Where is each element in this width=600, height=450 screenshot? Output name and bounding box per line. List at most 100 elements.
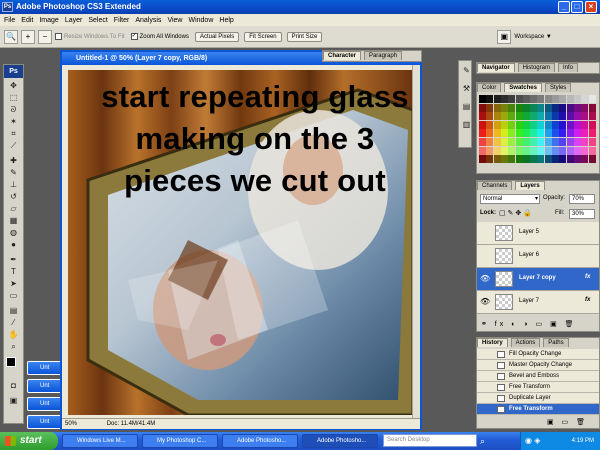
swatch[interactable]: [500, 155, 508, 164]
swatch[interactable]: [573, 103, 581, 112]
minimize-icon[interactable]: _: [558, 1, 570, 13]
layer-row[interactable]: Layer 6: [477, 245, 599, 268]
menu-image[interactable]: Image: [39, 17, 58, 24]
taskbar-item[interactable]: Windows Live M...: [62, 434, 138, 448]
history-brush-icon[interactable]: ↺: [6, 191, 21, 202]
zoom-all-checkbox[interactable]: ✓: [130, 32, 138, 40]
tool-presets-icon[interactable]: ⚒: [459, 83, 474, 94]
swatch[interactable]: [566, 155, 574, 164]
swatch[interactable]: [588, 155, 596, 164]
swatch[interactable]: [544, 146, 552, 155]
crop-tool-icon[interactable]: ⌗: [6, 128, 21, 139]
swatch[interactable]: [552, 155, 559, 164]
swatch[interactable]: [522, 112, 530, 121]
swatch[interactable]: [588, 95, 596, 103]
swatch[interactable]: [537, 138, 545, 146]
swatch[interactable]: [500, 120, 508, 129]
swatch[interactable]: [530, 146, 538, 155]
swatch[interactable]: [544, 103, 552, 112]
swatch[interactable]: [559, 129, 567, 138]
swatch[interactable]: [515, 103, 523, 112]
swatch[interactable]: [559, 95, 567, 103]
swatch[interactable]: [515, 129, 523, 138]
swatch[interactable]: [479, 95, 486, 103]
swatch[interactable]: [530, 103, 538, 112]
notes-tool-icon[interactable]: ▤: [6, 305, 21, 316]
swatch[interactable]: [500, 129, 508, 138]
blend-mode-select[interactable]: Normal ▾: [480, 194, 540, 204]
swatch[interactable]: [493, 146, 501, 155]
swatch[interactable]: [500, 138, 508, 146]
swatch[interactable]: [515, 138, 523, 146]
resize-windows-checkbox[interactable]: [55, 32, 62, 40]
swatch[interactable]: [486, 120, 494, 129]
taskbar-item-active[interactable]: Adobe Photosho...: [302, 434, 378, 448]
layer-row[interactable]: Layer 5: [477, 222, 599, 245]
swatch[interactable]: [493, 112, 501, 121]
dodge-tool-icon[interactable]: ●: [6, 239, 21, 250]
foreground-color-swatch[interactable]: [6, 357, 16, 367]
menu-file[interactable]: File: [4, 17, 15, 24]
swatch[interactable]: [544, 120, 552, 129]
swatch[interactable]: [566, 138, 574, 146]
swatch[interactable]: [530, 120, 538, 129]
swatch[interactable]: [552, 120, 559, 129]
swatch[interactable]: [566, 95, 574, 103]
zoom-tool-icon[interactable]: 🔍: [4, 29, 18, 44]
eye-icon[interactable]: 👁: [480, 274, 490, 284]
layer-row-selected[interactable]: 👁 Layer 7 copy fx: [477, 268, 599, 291]
swatch[interactable]: [530, 129, 538, 138]
swatch[interactable]: [581, 138, 589, 146]
swatch[interactable]: [537, 146, 545, 155]
menu-filter[interactable]: Filter: [114, 17, 130, 24]
taskbar-item[interactable]: My Photoshop C...: [142, 434, 218, 448]
swatch[interactable]: [508, 129, 516, 138]
swatch[interactable]: [500, 112, 508, 121]
hand-tool-icon[interactable]: ✋: [6, 329, 21, 340]
blur-tool-icon[interactable]: ◍: [6, 227, 21, 238]
swatch[interactable]: [515, 95, 523, 103]
swatch[interactable]: [544, 155, 552, 164]
shape-tool-icon[interactable]: ▭: [6, 290, 21, 301]
swatch[interactable]: [552, 146, 559, 155]
tab-layers[interactable]: Layers: [515, 181, 545, 190]
search-icon[interactable]: ⌕: [480, 435, 492, 447]
clone-stamp-icon[interactable]: ⊥: [6, 179, 21, 190]
swatch[interactable]: [508, 138, 516, 146]
swatch[interactable]: [537, 129, 545, 138]
swatch[interactable]: [479, 129, 486, 138]
taskbar-item[interactable]: Adobe Photosho...: [222, 434, 298, 448]
swatch[interactable]: [566, 112, 574, 121]
history-footer-buttons[interactable]: ▣ ▭ 🗑: [547, 418, 588, 426]
swatch[interactable]: [479, 155, 486, 164]
swatch[interactable]: [552, 112, 559, 121]
tab-info[interactable]: Info: [557, 63, 578, 72]
swatch[interactable]: [493, 103, 501, 112]
opacity-field[interactable]: 70%: [569, 194, 595, 204]
close-icon[interactable]: ×: [585, 1, 597, 13]
zoom-tool-small-icon[interactable]: ⌕: [6, 341, 21, 352]
swatch[interactable]: [493, 138, 501, 146]
swatch[interactable]: [537, 155, 545, 164]
swatch[interactable]: [566, 146, 574, 155]
swatch[interactable]: [566, 120, 574, 129]
swatch[interactable]: [508, 112, 516, 121]
swatch[interactable]: [552, 103, 559, 112]
lock-icons[interactable]: ▢ ✎ ✥ 🔒: [499, 209, 532, 217]
swatch[interactable]: [581, 103, 589, 112]
swatch[interactable]: [537, 103, 545, 112]
resize-windows-option[interactable]: Resize Windows To Fit: [55, 32, 125, 40]
swatch[interactable]: [522, 129, 530, 138]
swatch[interactable]: [537, 112, 545, 121]
brushes-icon[interactable]: ✎: [459, 65, 474, 76]
menu-layer[interactable]: Layer: [65, 17, 83, 24]
actual-pixels-button[interactable]: Actual Pixels: [194, 31, 240, 42]
window-title-bar[interactable]: Adobe Photoshop CS3 Extended: [0, 0, 600, 14]
quick-mask-icon[interactable]: ◘: [6, 380, 21, 391]
start-button[interactable]: start: [0, 432, 58, 450]
swatch[interactable]: [479, 103, 486, 112]
menu-window[interactable]: Window: [188, 17, 213, 24]
tab-styles[interactable]: Styles: [544, 83, 572, 92]
history-item[interactable]: Fill Opacity Change: [477, 349, 599, 360]
eye-icon[interactable]: 👁: [480, 297, 490, 307]
